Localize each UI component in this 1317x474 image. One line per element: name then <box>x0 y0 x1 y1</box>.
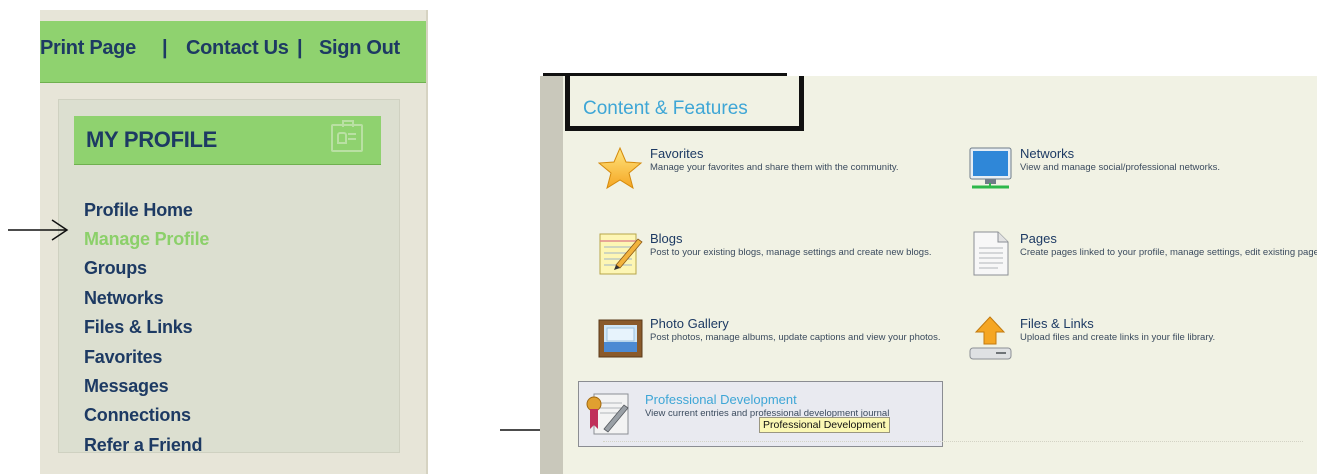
feature-favorites[interactable]: Favorites Manage your favorites and shar… <box>598 146 958 196</box>
id-card-icon <box>331 120 363 152</box>
nav-profile-home[interactable]: Profile Home <box>84 200 193 221</box>
certificate-icon <box>586 393 629 435</box>
feature-description: Manage your favorites and share them wit… <box>650 162 899 173</box>
nav-connections[interactable]: Connections <box>84 405 191 426</box>
feature-description: Post to your existing blogs, manage sett… <box>650 247 932 258</box>
feature-pages[interactable]: Pages Create pages linked to your profil… <box>968 231 1317 281</box>
feature-title: Blogs <box>650 231 683 246</box>
upload-drive-icon <box>969 316 1012 360</box>
link-separator: | <box>162 37 168 59</box>
divider <box>603 441 1303 442</box>
nav-files-links[interactable]: Files & Links <box>84 317 193 338</box>
feature-photo-gallery[interactable]: Photo Gallery Post photos, manage albums… <box>598 316 958 366</box>
feature-title: Photo Gallery <box>650 316 729 331</box>
nav-favorites[interactable]: Favorites <box>84 347 162 368</box>
feature-title: Networks <box>1020 146 1075 161</box>
document-icon <box>973 231 1009 276</box>
contact-us-link[interactable]: Contact Us <box>186 37 289 60</box>
feature-description: Upload files and create links in your fi… <box>1020 332 1216 343</box>
feature-description: Post photos, manage albums, update capti… <box>650 332 941 343</box>
feature-description: Create pages linked to your profile, man… <box>1020 247 1317 258</box>
nav-manage-profile[interactable]: Manage Profile <box>84 229 209 250</box>
my-profile-header: MY PROFILE <box>74 116 381 165</box>
profile-sidebar: Print Page | Contact Us | Sign Out MY PR… <box>40 10 428 474</box>
link-separator: | <box>297 37 303 59</box>
feature-title: Professional Development <box>645 392 797 407</box>
nav-networks[interactable]: Networks <box>84 288 164 309</box>
feature-description: View and manage social/professional netw… <box>1020 162 1220 173</box>
tooltip: Professional Development <box>759 417 890 433</box>
feature-blogs[interactable]: Blogs Post to your existing blogs, manag… <box>598 231 958 281</box>
print-page-link[interactable]: Print Page <box>40 37 136 60</box>
top-links-bar: Print Page | Contact Us | Sign Out <box>40 21 426 83</box>
my-profile-box: MY PROFILE Profile Home Manage Profile G… <box>58 99 400 456</box>
monitor-network-icon <box>969 147 1012 189</box>
content-area: Content & Features Favorites Manage your… <box>563 76 1317 474</box>
feature-title: Files & Links <box>1020 316 1094 331</box>
feature-professional-development[interactable]: Professional Development View current en… <box>578 381 943 447</box>
nav-messages[interactable]: Messages <box>84 376 169 397</box>
photo-frame-icon <box>598 319 643 358</box>
nav-refer-a-friend[interactable]: Refer a Friend <box>84 435 202 456</box>
star-icon <box>598 146 643 190</box>
nav-groups[interactable]: Groups <box>84 258 147 279</box>
sign-out-link[interactable]: Sign Out <box>319 37 400 60</box>
notepad-pencil-icon <box>599 233 643 275</box>
feature-title: Favorites <box>650 146 704 161</box>
content-features-panel: Content & Features Favorites Manage your… <box>540 76 1317 474</box>
pointer-arrow-icon <box>8 219 69 241</box>
feature-title: Pages <box>1020 231 1057 246</box>
feature-networks[interactable]: Networks View and manage social/professi… <box>968 146 1317 196</box>
section-title: Content & Features <box>583 98 748 119</box>
feature-files-links[interactable]: Files & Links Upload files and create li… <box>968 316 1317 366</box>
my-profile-title: MY PROFILE <box>86 127 218 152</box>
